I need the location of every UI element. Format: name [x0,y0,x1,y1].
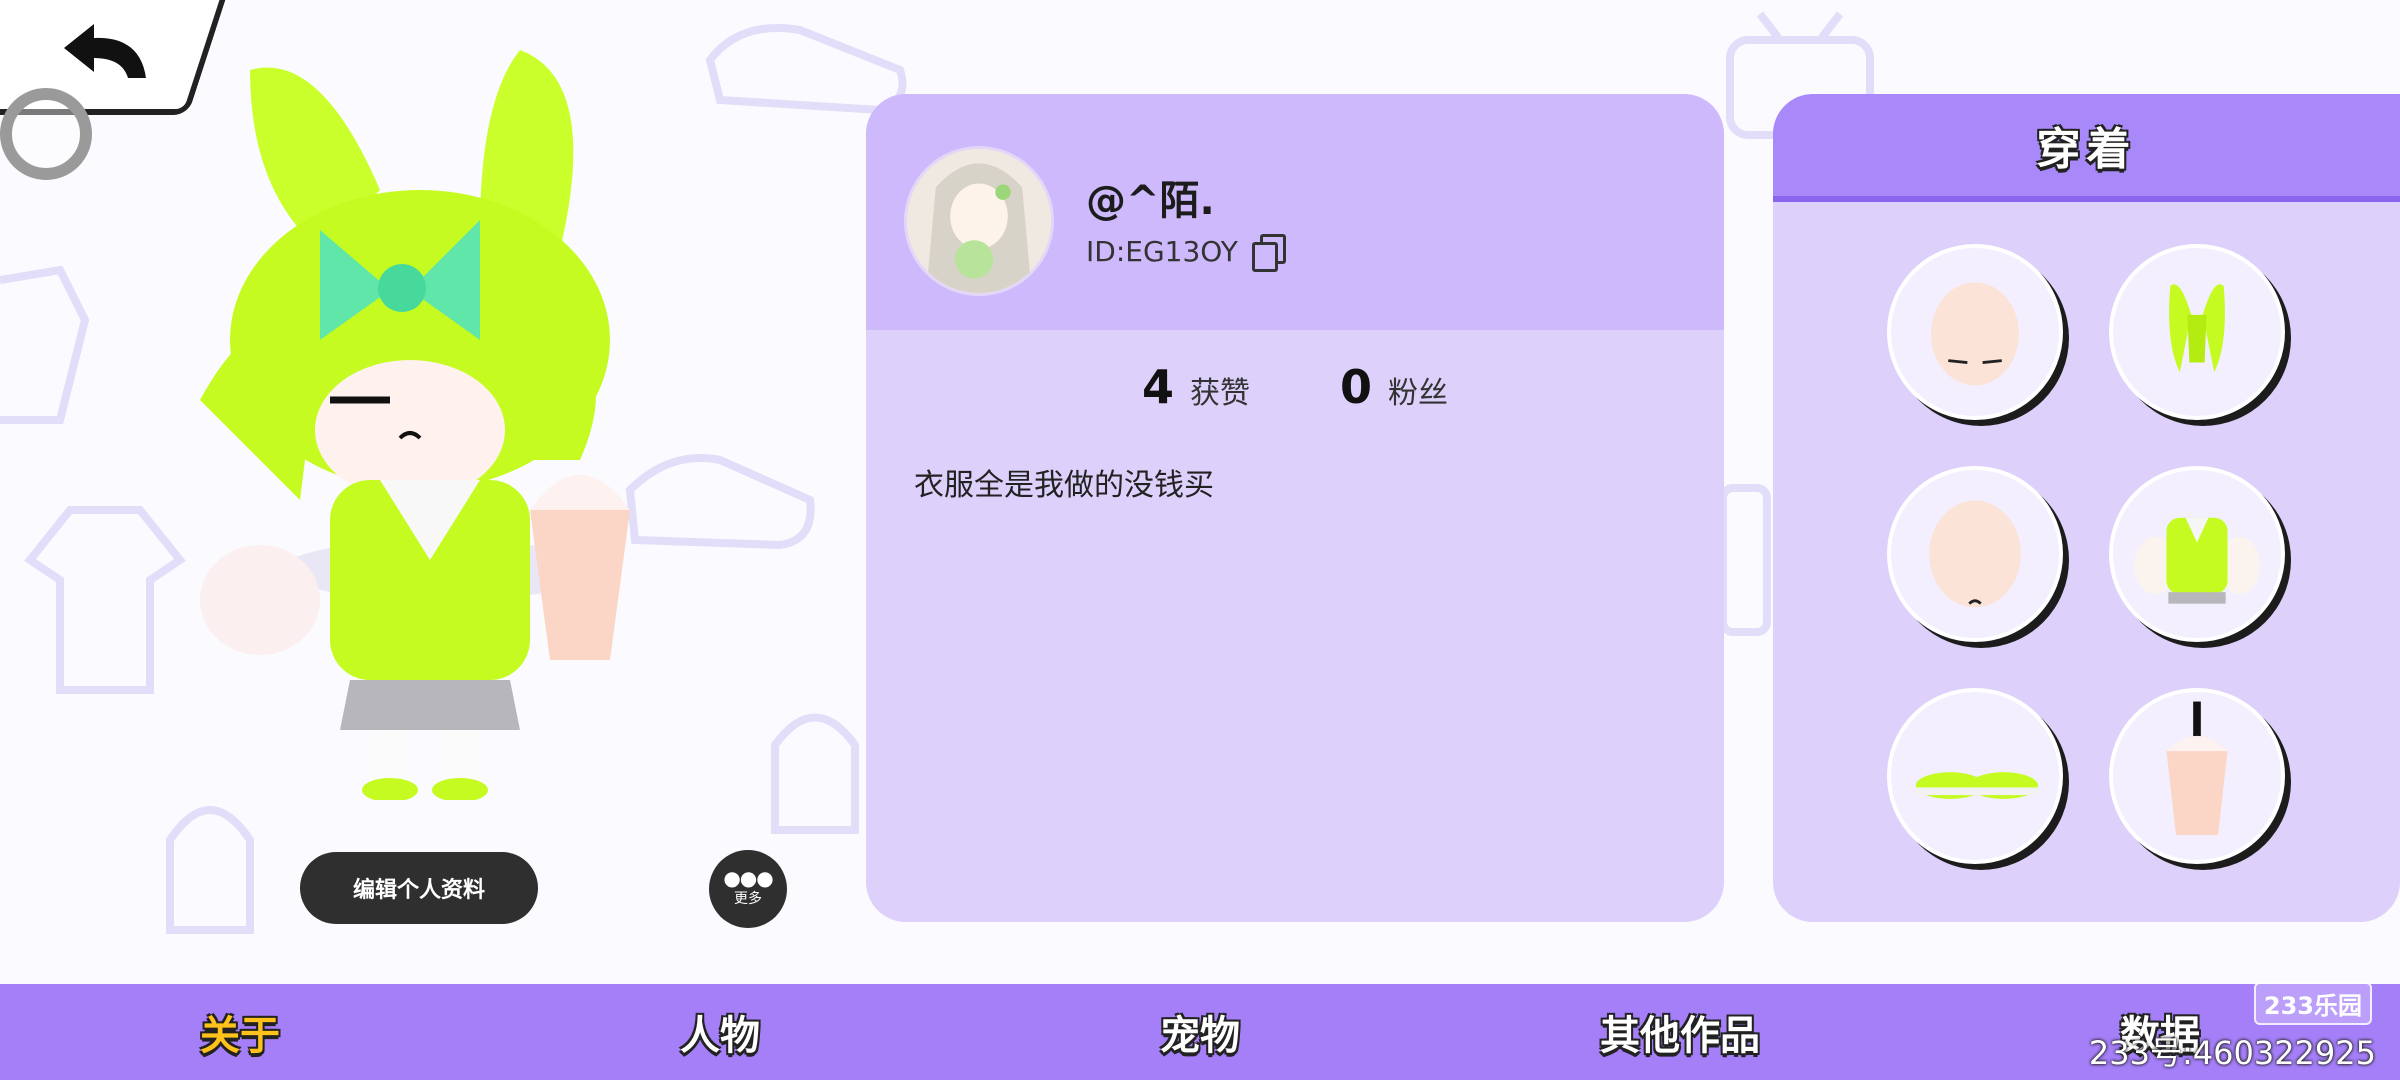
stat-label: 粉丝 [1388,376,1449,411]
tab-characters[interactable]: 人物 [480,984,960,1080]
outfit-slot-shoes[interactable] [1887,688,2063,864]
top-icon [2134,517,2260,604]
outfit-header: 穿着 [1773,94,2400,202]
outfit-slot-top[interactable] [2109,466,2285,642]
stat-value: 0 [1340,360,1373,414]
user-id-row: ID:EG13OY [1086,234,1286,272]
profile-card: @^陌. ID:EG13OY 4 获赞 0 粉丝 衣服全是我做的没钱买 [866,94,1724,922]
ghost-doodle-icon [166,806,254,934]
profile-bio: 衣服全是我做的没钱买 [914,468,1214,503]
back-arrow-icon [64,24,146,78]
more-dots-icon: ●●● [723,866,773,890]
record-icon[interactable] [0,88,92,180]
outfit-title: 穿着 [2036,124,2137,175]
copy-icon[interactable] [1250,234,1286,272]
tab-about[interactable]: 关于 [0,984,480,1080]
stat-value: 4 [1141,360,1174,414]
profile-header: @^陌. ID:EG13OY [866,94,1724,330]
nickname: @^陌. [1086,178,1215,224]
stat-fans[interactable]: 0 粉丝 [1340,360,1448,414]
drink-icon [2166,701,2228,836]
outfit-grid [1887,244,2285,864]
profile-avatar[interactable] [904,146,1054,296]
avatar-3d-figure [200,50,630,800]
tab-pets[interactable]: 宠物 [960,984,1440,1080]
user-id: ID:EG13OY [1086,234,1238,268]
stat-likes: 4 获赞 [1142,360,1250,414]
face-icon [1931,282,2019,386]
shoes-icon [1915,772,2038,799]
watermark-logo: 233乐园 [2253,982,2372,1025]
outfit-slot-drink[interactable] [2109,688,2285,864]
bottom-nav: 关于 人物 宠物 其他作品 数据 [0,984,2400,1080]
ghost-doodle-icon [771,713,859,834]
profile-stats: 4 获赞 0 粉丝 [866,360,1724,414]
stat-label: 获赞 [1190,376,1250,411]
watermark-account: 233号:460322925 [2088,1034,2376,1072]
dress-doodle-icon [24,506,186,694]
more-label: 更多 [734,891,762,907]
more-button[interactable]: ●●● 更多 [709,850,787,928]
jacket-doodle-icon [0,265,90,424]
tab-other-works[interactable]: 其他作品 [1440,984,1920,1080]
outfit-slot-hair[interactable] [2109,244,2285,420]
outfit-panel: 穿着 [1773,94,2400,922]
head-icon [1929,500,2021,608]
outfit-slot-face[interactable] [1887,244,2063,420]
outfit-slot-head[interactable] [1887,466,2063,642]
edit-profile-button[interactable]: 编辑个人资料 [300,852,538,924]
hair-icon [2169,284,2225,373]
avatar-image-icon [907,149,1051,293]
device-doodle-icon [1719,484,1771,636]
